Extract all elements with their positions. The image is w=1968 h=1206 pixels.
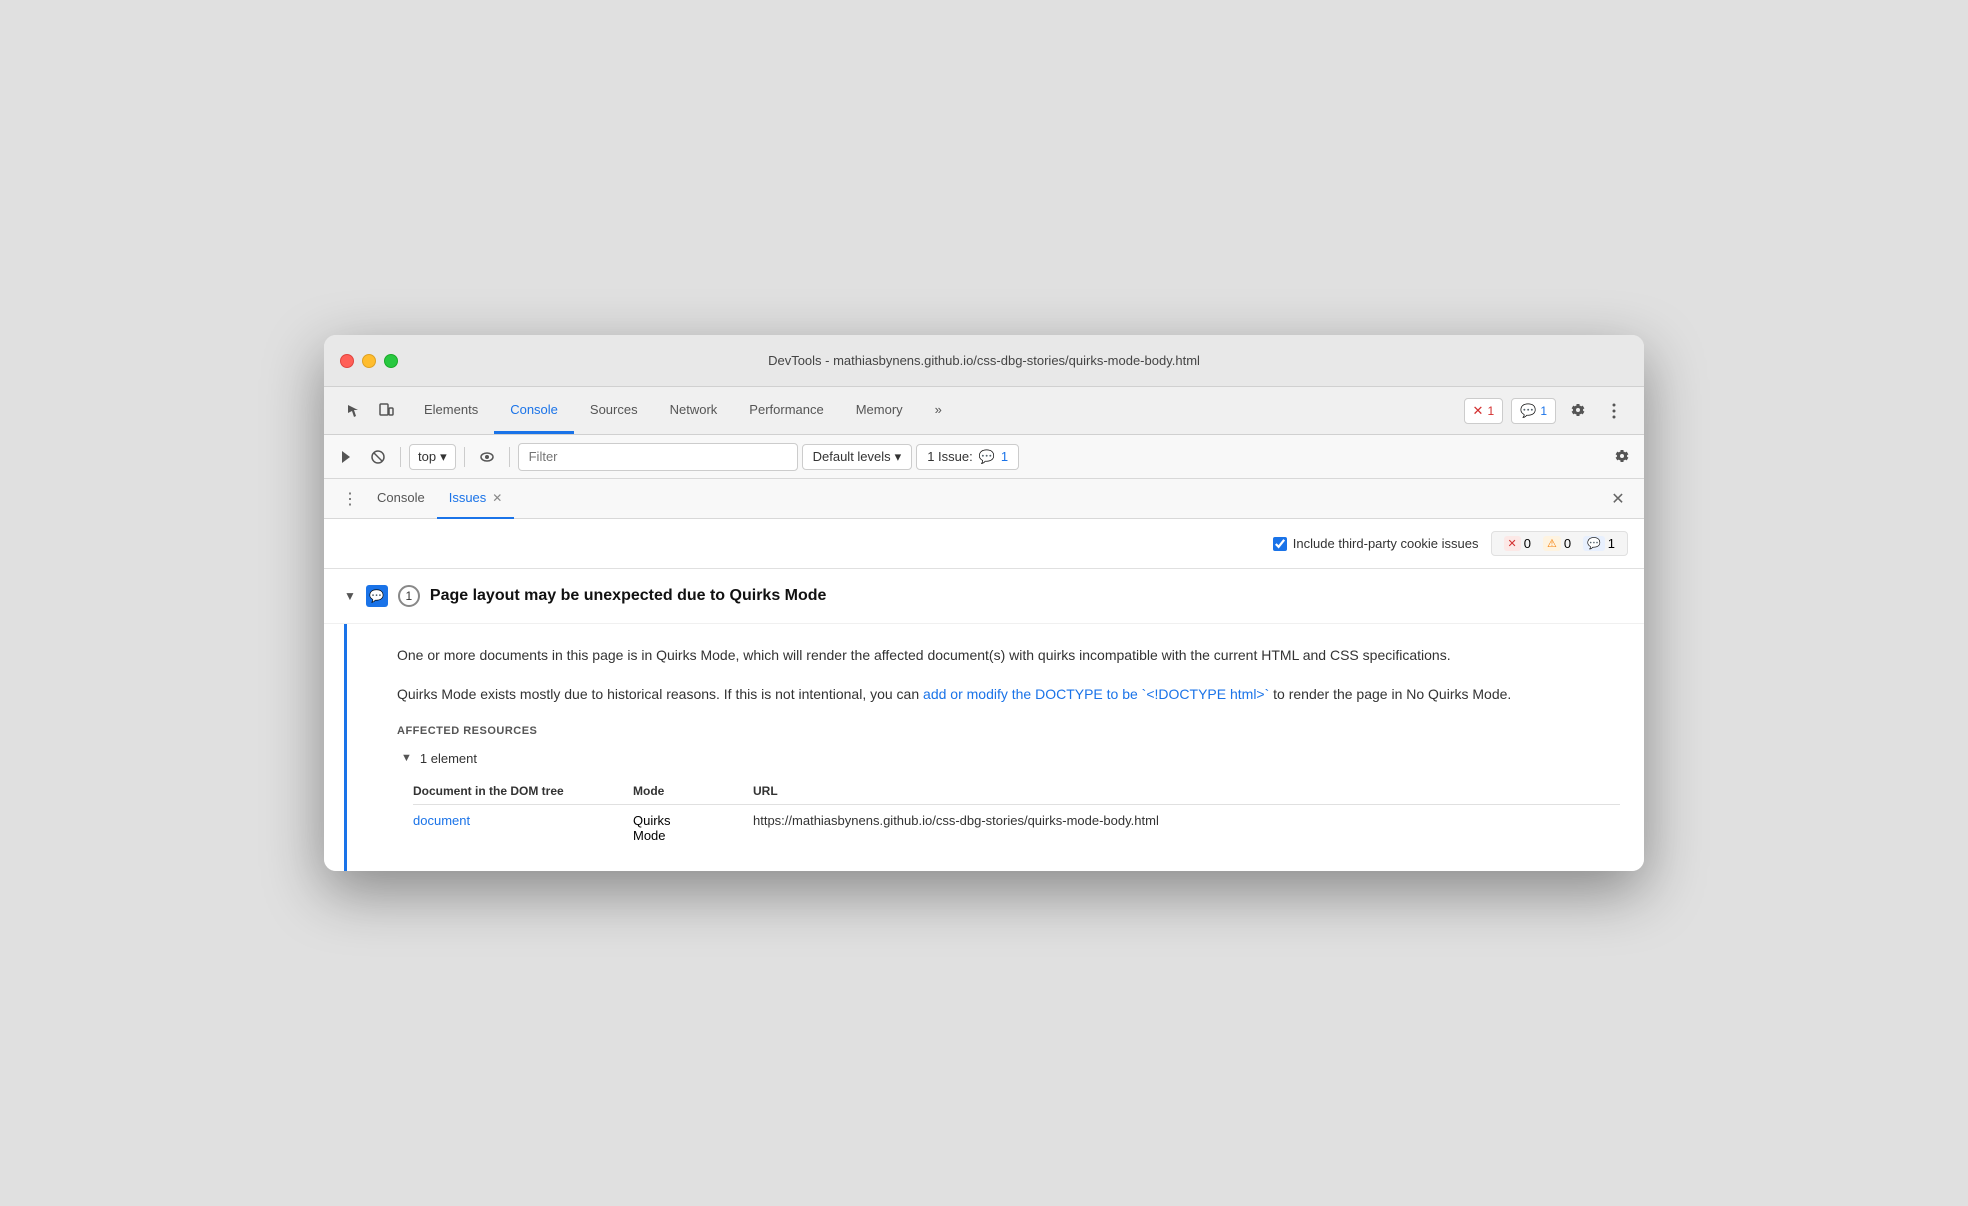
- table-col3-value: https://mathiasbynens.github.io/css-dbg-…: [753, 813, 1620, 828]
- resources-table-header: Document in the DOM tree Mode URL: [413, 778, 1620, 805]
- affected-resources-label: AFFECTED RESOURCES: [397, 725, 1620, 737]
- table-col3-header: URL: [753, 784, 1620, 798]
- context-selector[interactable]: top ▾: [409, 444, 456, 470]
- panel-close-button[interactable]: ✕: [1604, 485, 1632, 513]
- issue-type-icon: 💬: [366, 585, 388, 607]
- panel-tab-close-icon[interactable]: ✕: [492, 491, 502, 505]
- dropdown-arrow-icon: ▾: [440, 449, 447, 465]
- toolbar-separator-3: [509, 447, 510, 467]
- element-count-row: ▼ 1 element: [397, 747, 1620, 774]
- toolbar-separator-2: [464, 447, 465, 467]
- warning-count-value: 0: [1564, 536, 1571, 551]
- console-settings-icon[interactable]: [1608, 443, 1636, 471]
- table-col1-value: document: [413, 813, 633, 828]
- error-badge-icon: ✕: [1504, 536, 1521, 551]
- three-dots-icon[interactable]: ⋮: [336, 489, 365, 509]
- execute-button[interactable]: [332, 443, 360, 471]
- message-icon: 💬: [1520, 403, 1536, 419]
- error-count-value: 0: [1524, 536, 1531, 551]
- issue-label: 1 Issue:: [927, 449, 973, 464]
- info-count-value: 1: [1608, 536, 1615, 551]
- maximize-button[interactable]: [384, 354, 398, 368]
- info-badge-icon: 💬: [1583, 536, 1605, 551]
- device-icon[interactable]: [372, 397, 400, 425]
- minimize-button[interactable]: [362, 354, 376, 368]
- panel-tab-issues[interactable]: Issues ✕: [437, 479, 515, 519]
- issue-description-2-after: to render the page in No Quirks Mode.: [1269, 686, 1511, 702]
- tabs-bar: Elements Console Sources Network Perform…: [324, 387, 1644, 435]
- tab-more[interactable]: »: [919, 387, 958, 434]
- issue-header-row[interactable]: ▼ 💬 1 Page layout may be unexpected due …: [324, 569, 1644, 624]
- info-count-item: 💬 1: [1579, 536, 1619, 551]
- panel-header-right: ✕: [1604, 485, 1632, 513]
- issue-badge-button[interactable]: 1 Issue: 💬 1: [916, 444, 1019, 470]
- element-count-label: 1 element: [420, 751, 477, 766]
- filter-input[interactable]: [518, 443, 798, 471]
- issue-body: One or more documents in this page is in…: [344, 624, 1644, 871]
- issue-icon: 💬: [979, 449, 995, 465]
- issue-content: ▼ 💬 1 Page layout may be unexpected due …: [324, 569, 1644, 871]
- title-bar: DevTools - mathiasbynens.github.io/css-d…: [324, 335, 1644, 387]
- tab-memory[interactable]: Memory: [840, 387, 919, 434]
- table-row: document QuirksMode Mode https://mathias…: [413, 805, 1620, 851]
- inspect-icon[interactable]: [340, 397, 368, 425]
- issue-collapse-arrow-icon: ▼: [344, 589, 356, 603]
- tabs-right: ✕ 1 💬 1: [1456, 387, 1636, 434]
- issue-count: 1: [1001, 449, 1008, 464]
- issue-description-2: Quirks Mode exists mostly due to histori…: [397, 683, 1620, 705]
- panel-tab-console[interactable]: Console: [365, 479, 437, 519]
- warning-count-item: ⚠ 0: [1539, 536, 1575, 551]
- toolbar-separator-1: [400, 447, 401, 467]
- issue-description-2-link[interactable]: add or modify the DOCTYPE to be `<!DOCTY…: [923, 686, 1269, 702]
- levels-dropdown[interactable]: Default levels ▾: [802, 444, 913, 470]
- error-badge-button[interactable]: ✕ 1: [1464, 398, 1504, 424]
- console-toolbar: top ▾ Default levels ▾ 1 Issue: 💬 1: [324, 435, 1644, 479]
- resources-table: Document in the DOM tree Mode URL docume…: [413, 778, 1620, 851]
- issue-title: Page layout may be unexpected due to Qui…: [430, 587, 827, 605]
- issues-counts: ✕ 0 ⚠ 0 💬 1: [1491, 531, 1629, 556]
- settings-icon[interactable]: [1564, 397, 1592, 425]
- table-col1-header: Document in the DOM tree: [413, 784, 633, 798]
- table-col2-value: QuirksMode Mode: [633, 813, 753, 843]
- more-options-icon[interactable]: [1600, 397, 1628, 425]
- clear-console-button[interactable]: [364, 443, 392, 471]
- error-count-item: ✕ 0: [1500, 536, 1535, 551]
- tab-network[interactable]: Network: [654, 387, 734, 434]
- issues-filter-bar: Include third-party cookie issues ✕ 0 ⚠ …: [324, 519, 1644, 569]
- tab-sources[interactable]: Sources: [574, 387, 654, 434]
- toolbar-right: [1608, 443, 1636, 471]
- message-count: 1: [1540, 404, 1547, 418]
- document-link[interactable]: document: [413, 813, 470, 828]
- third-party-label: Include third-party cookie issues: [1293, 536, 1479, 551]
- tab-performance[interactable]: Performance: [733, 387, 839, 434]
- third-party-checkbox[interactable]: [1273, 537, 1287, 551]
- issue-count-badge: 1: [398, 585, 420, 607]
- eye-icon[interactable]: [473, 443, 501, 471]
- tab-left-icons: [332, 387, 408, 434]
- element-arrow-icon: ▼: [401, 752, 412, 764]
- levels-arrow-icon: ▾: [895, 449, 902, 465]
- issue-description-2-before: Quirks Mode exists mostly due to histori…: [397, 686, 923, 702]
- window-title: DevTools - mathiasbynens.github.io/css-d…: [768, 353, 1200, 368]
- error-count: 1: [1487, 404, 1494, 418]
- traffic-lights: [340, 354, 398, 368]
- levels-label: Default levels: [813, 449, 891, 464]
- issue-description-1: One or more documents in this page is in…: [397, 644, 1620, 666]
- message-badge-button[interactable]: 💬 1: [1511, 398, 1556, 424]
- tab-elements[interactable]: Elements: [408, 387, 494, 434]
- close-button[interactable]: [340, 354, 354, 368]
- error-icon: ✕: [1473, 403, 1484, 419]
- affected-resources-section: AFFECTED RESOURCES ▼ 1 element Document …: [397, 725, 1620, 851]
- context-label: top: [418, 449, 436, 464]
- panel-header: ⋮ Console Issues ✕ ✕: [324, 479, 1644, 519]
- table-col2-header: Mode: [633, 784, 753, 798]
- warning-badge-icon: ⚠: [1543, 536, 1561, 551]
- devtools-window: DevTools - mathiasbynens.github.io/css-d…: [324, 335, 1644, 871]
- tab-console[interactable]: Console: [494, 387, 574, 434]
- third-party-checkbox-label[interactable]: Include third-party cookie issues: [1273, 536, 1479, 551]
